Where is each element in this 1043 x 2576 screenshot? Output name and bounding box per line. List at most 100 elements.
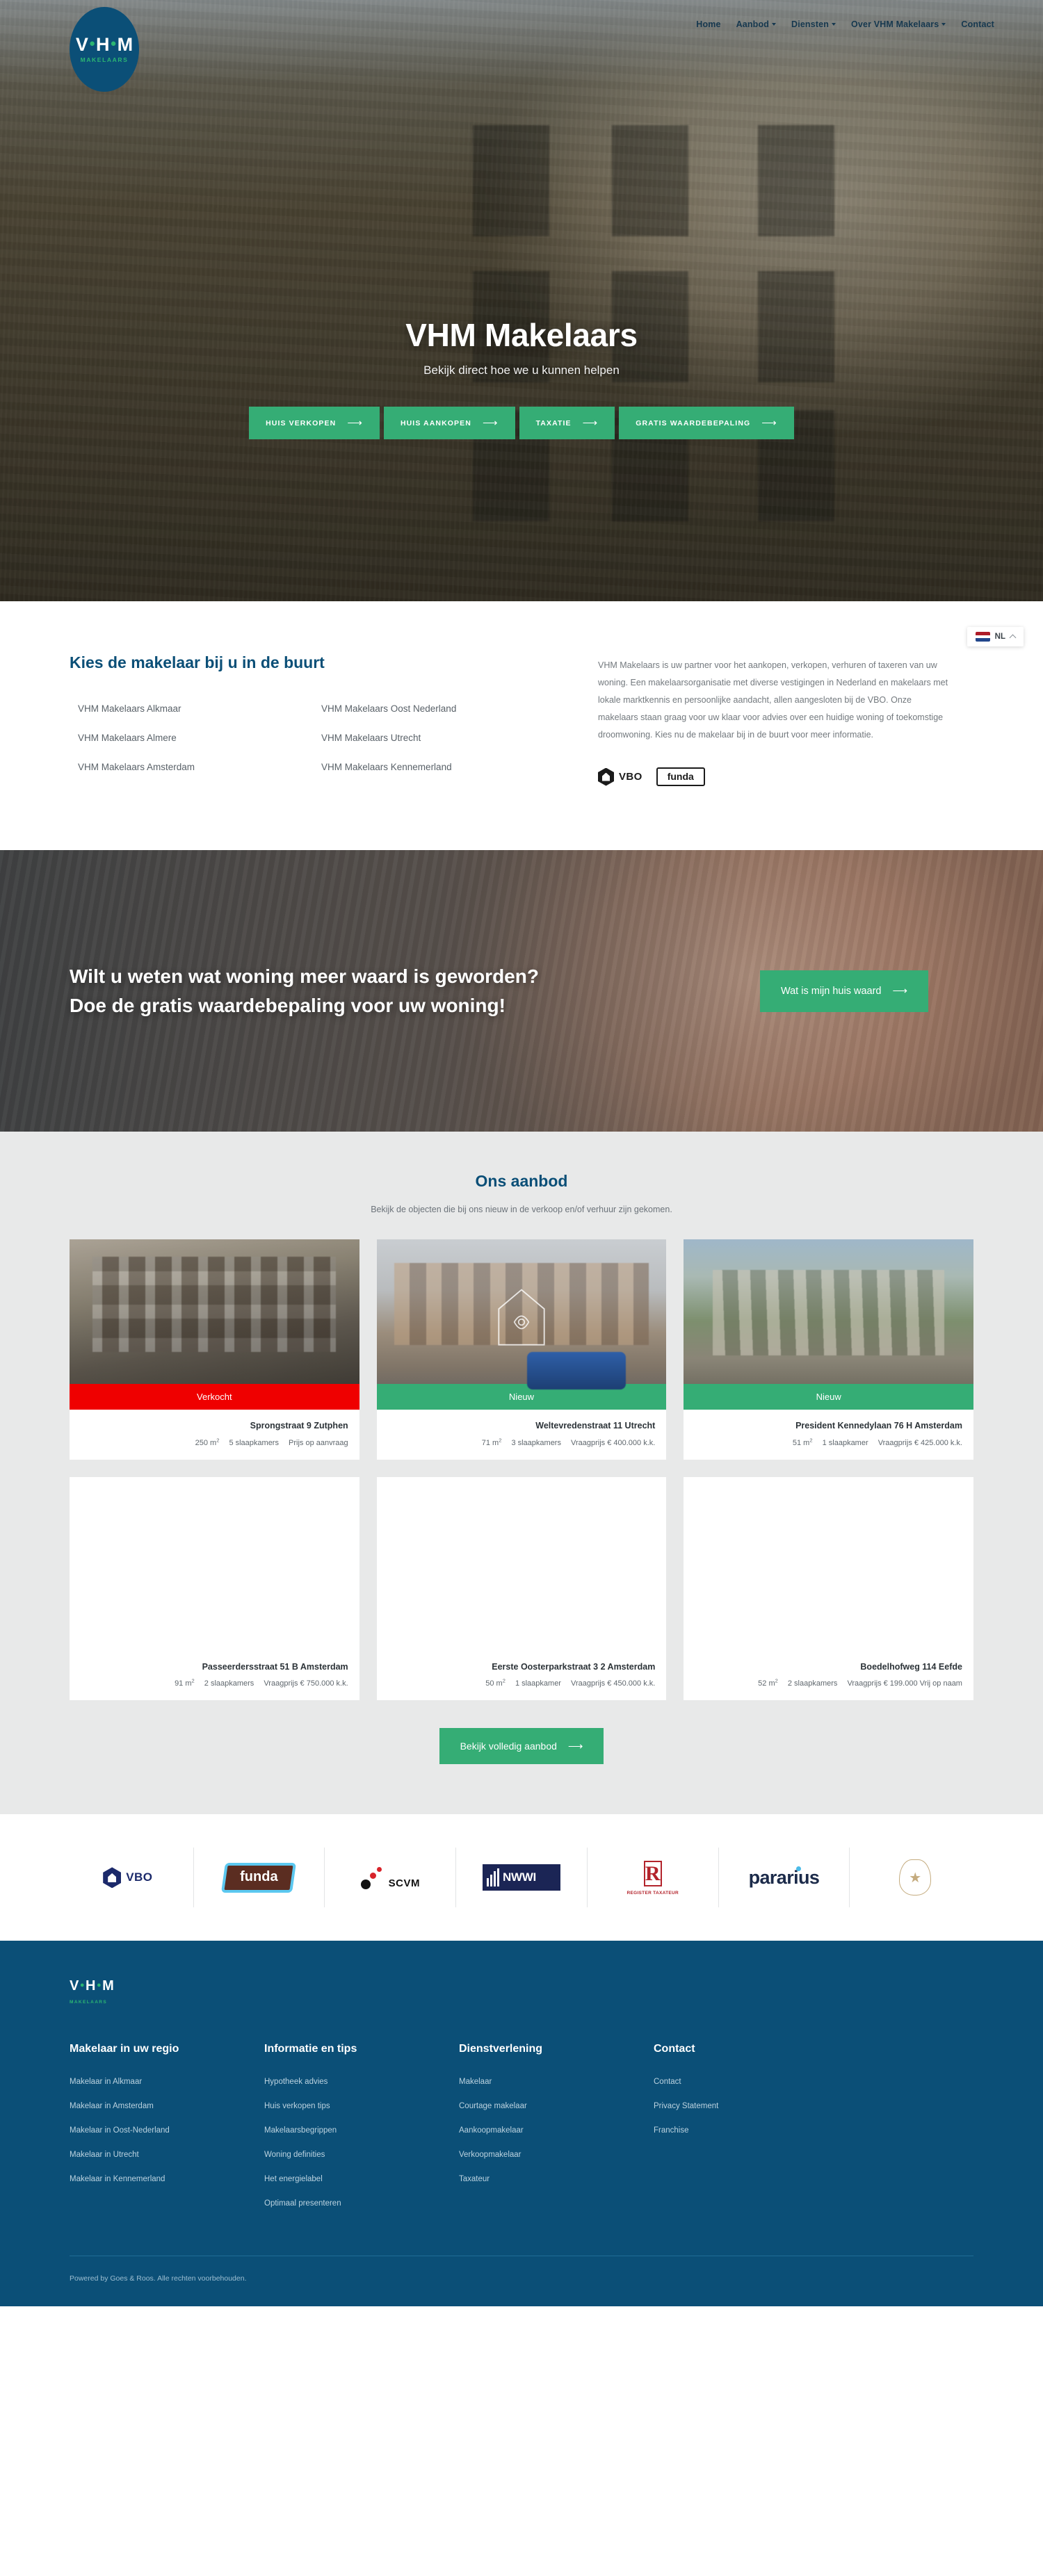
nwwi-logo-icon: NWWI — [483, 1864, 561, 1891]
footer-link[interactable]: Woning definities — [264, 2151, 459, 2159]
partner-funda[interactable]: funda — [194, 1848, 325, 1908]
footer-logo-subtitle: MAKELAARS — [70, 2000, 108, 2005]
footer-link[interactable]: Makelaar in Amsterdam — [70, 2102, 264, 2110]
regio-office-amsterdam[interactable]: VHM Makelaars Amsterdam — [70, 762, 313, 772]
pararius-logo-label: pararius — [748, 1866, 820, 1888]
cta-huis-aankopen[interactable]: HUIS AANKOPEN ⟶ — [383, 407, 515, 439]
waardebepaling-heading: Wilt u weten wat woning meer waard is ge… — [70, 965, 539, 1016]
partner-nwwi[interactable]: NWWI — [456, 1848, 588, 1908]
arrow-right-icon: ⟶ — [567, 1740, 583, 1752]
footer-column-informatie: Informatie en tips Hypotheek advies Huis… — [264, 2043, 459, 2224]
nav-item-over-vhm-makelaars[interactable]: Over VHM Makelaars — [851, 19, 946, 29]
footer-link[interactable]: Verkoopmakelaar — [459, 2151, 654, 2159]
partner-scvm[interactable]: SCVM — [325, 1848, 457, 1908]
cta-taxatie[interactable]: TAXATIE ⟶ — [519, 407, 615, 439]
regio-office-utrecht[interactable]: VHM Makelaars Utrecht — [313, 733, 556, 743]
logo-initials: V ● H ● M — [75, 34, 134, 55]
regio-office-almere[interactable]: VHM Makelaars Almere — [70, 733, 313, 743]
regio-office-alkmaar[interactable]: VHM Makelaars Alkmaar — [70, 703, 313, 714]
nl-flag-icon — [975, 632, 990, 642]
view-full-offer-button[interactable]: Bekijk volledig aanbod ⟶ — [439, 1728, 604, 1765]
footer-link[interactable]: Aankoopmakelaar — [459, 2126, 654, 2135]
nav-item-diensten[interactable]: Diensten — [791, 19, 836, 29]
cta-label: HUIS VERKOPEN — [266, 418, 337, 427]
property-area: 52 m2 — [758, 1677, 778, 1688]
footer-link[interactable]: Hypotheek advies — [264, 2078, 459, 2086]
property-meta: 51 m2 1 slaapkamer Vraagprijs € 425.000 … — [695, 1437, 962, 1447]
waardebepaling-banner: Wilt u weten wat woning meer waard is ge… — [0, 850, 1043, 1132]
footer-link[interactable]: Huis verkopen tips — [264, 2102, 459, 2110]
footer-link[interactable]: Franchise — [654, 2126, 848, 2135]
site-logo[interactable]: V ● H ● M MAKELAARS — [70, 7, 139, 92]
register-taxateur-sub: REGISTER TAXATEUR — [626, 1890, 679, 1896]
nav-item-home[interactable]: Home — [696, 19, 720, 29]
property-card[interactable]: Passeerdersstraat 51 B Amsterdam 91 m2 2… — [70, 1476, 359, 1701]
cta-huis-verkopen[interactable]: HUIS VERKOPEN ⟶ — [249, 407, 380, 439]
language-switcher[interactable]: NL — [967, 627, 1024, 646]
property-price: Prijs op aanvraag — [289, 1438, 348, 1447]
property-bedrooms: 1 slaapkamer — [515, 1679, 561, 1688]
cta-gratis-waardebepaling[interactable]: GRATIS WAARDEBEPALING ⟶ — [619, 407, 794, 439]
arrow-right-icon: ⟶ — [482, 417, 499, 429]
property-address: Sprongstraat 9 Zutphen — [250, 1421, 348, 1430]
status-badge: Verkocht — [70, 1384, 359, 1410]
footer-link[interactable]: Het energielabel — [264, 2175, 459, 2183]
footer-link[interactable]: Contact — [654, 2078, 848, 2086]
footer-column-regio: Makelaar in uw regio Makelaar in Alkmaar… — [70, 2043, 264, 2224]
regio-office-kennemerland[interactable]: VHM Makelaars Kennemerland — [313, 762, 556, 772]
register-taxateur-logo-icon: R REGISTER TAXATEUR — [626, 1859, 679, 1896]
property-address: Passeerdersstraat 51 B Amsterdam — [202, 1661, 348, 1672]
footer-column-contact: Contact Contact Privacy Statement Franch… — [654, 2043, 848, 2224]
footer-link[interactable]: Makelaar in Oost-Nederland — [70, 2126, 264, 2135]
partner-logo-strip: VBO funda SCVM NWWI R REGISTER TAXATEUR … — [0, 1814, 1043, 1941]
footer-link[interactable]: Makelaar — [459, 2078, 654, 2086]
footer-link[interactable]: Makelaar in Utrecht — [70, 2151, 264, 2159]
regio-office-list-right: VHM Makelaars Oost Nederland VHM Makelaa… — [313, 703, 556, 791]
footer-link[interactable]: Makelaarsbegrippen — [264, 2126, 459, 2135]
nav-item-aanbod[interactable]: Aanbod — [736, 19, 777, 29]
footer-link[interactable]: Makelaar in Kennemerland — [70, 2175, 264, 2183]
footer-link[interactable]: Privacy Statement — [654, 2102, 848, 2110]
property-photo: Verkocht — [70, 1239, 359, 1410]
chevron-up-icon — [1009, 634, 1017, 642]
partner-vbo[interactable]: VBO — [63, 1848, 194, 1908]
partner-vhm-seal[interactable]: ★ — [850, 1848, 980, 1907]
partner-register-taxateur[interactable]: R REGISTER TAXATEUR — [588, 1848, 719, 1908]
funda-logo-icon: funda — [221, 1862, 297, 1893]
property-price: Vraagprijs € 199.000 Vrij op naam — [847, 1679, 962, 1688]
nav-item-contact[interactable]: Contact — [961, 19, 994, 29]
property-area: 51 m2 — [792, 1437, 813, 1447]
footer-link[interactable]: Taxateur — [459, 2175, 654, 2183]
footer-column-dienstverlening: Dienstverlening Makelaar Courtage makela… — [459, 2043, 654, 2224]
regio-left-column: Kies de makelaar bij u in de buurt VHM M… — [70, 653, 556, 791]
partner-pararius[interactable]: pararius — [719, 1848, 850, 1908]
nav-label: Home — [696, 19, 721, 29]
property-card[interactable]: Eerste Oosterparkstraat 3 2 Amsterdam 50… — [376, 1476, 667, 1701]
footer-link[interactable]: Makelaar in Alkmaar — [70, 2078, 264, 2086]
regio-office-oost-nederland[interactable]: VHM Makelaars Oost Nederland — [313, 703, 556, 714]
property-address: Eerste Oosterparkstraat 3 2 Amsterdam — [492, 1661, 656, 1672]
logo-dot-icon: ● — [88, 38, 95, 49]
property-card[interactable]: Boedelhofweg 114 Eefde 52 m2 2 slaapkame… — [684, 1476, 973, 1701]
nav-label: Aanbod — [736, 19, 770, 29]
nwwi-logo-label: NWWI — [503, 1870, 536, 1884]
hero-overlay — [0, 0, 1043, 601]
footer-logo[interactable]: V ● H ● M MAKELAARS — [70, 1978, 973, 2007]
property-card[interactable]: Nieuw Weltevredenstraat 11 Utrecht 71 m2… — [376, 1239, 667, 1460]
footer-link[interactable]: Optimaal presenteren — [264, 2199, 459, 2208]
property-bedrooms: 3 slaapkamers — [511, 1438, 561, 1447]
hero-subtitle: Bekijk direct hoe we u kunnen helpen — [423, 364, 620, 377]
hero-title: VHM Makelaars — [405, 317, 638, 353]
vbo-logo-icon: VBO — [103, 1867, 152, 1889]
property-card[interactable]: Verkocht Sprongstraat 9 Zutphen 250 m2 5… — [70, 1239, 359, 1460]
property-card[interactable]: Nieuw President Kennedylaan 76 H Amsterd… — [684, 1239, 973, 1460]
property-area: 250 m2 — [195, 1437, 220, 1447]
regio-right-column: VHM Makelaars is uw partner voor het aan… — [598, 653, 953, 791]
view-full-offer-label: Bekijk volledig aanbod — [460, 1741, 557, 1752]
vbo-hex-shape — [598, 767, 614, 786]
footer-heading: Informatie en tips — [264, 2043, 357, 2055]
hero-section: V ● H ● M MAKELAARS Home Aanbod Diensten Ove… — [0, 0, 1043, 601]
footer-link[interactable]: Courtage makelaar — [459, 2102, 654, 2110]
waardebepaling-button[interactable]: Wat is mijn huis waard ⟶ — [759, 970, 928, 1012]
aanbod-title: Ons aanbod — [475, 1172, 568, 1190]
